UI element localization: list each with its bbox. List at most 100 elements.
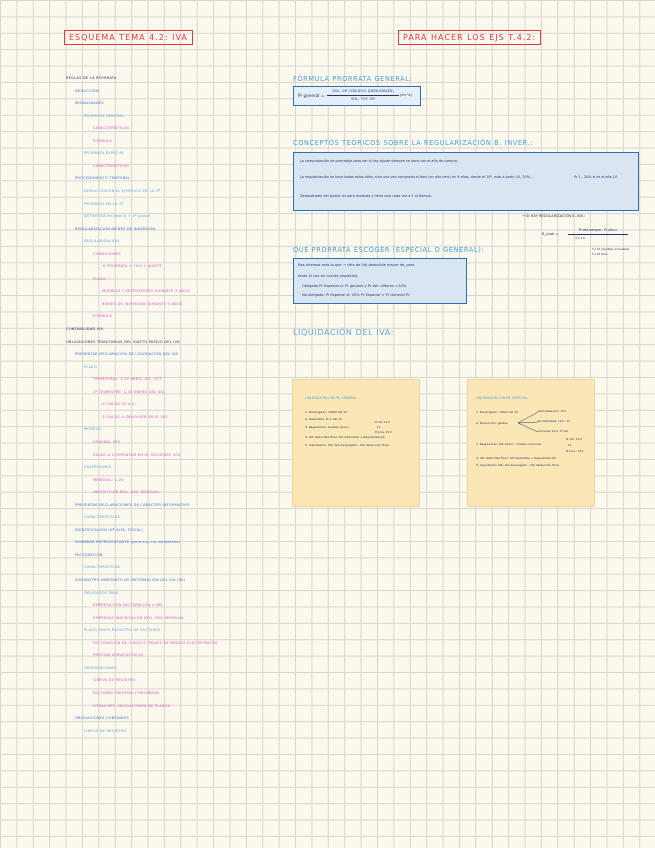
concept-bullet-1: La comprobación de prorrataje para ver s… bbox=[300, 159, 459, 163]
outline-item: PLAZO ENVÍO REGISTRO DE FACTURAS bbox=[84, 628, 161, 633]
outline-item: MUEBLES Y SEMOVIENTES DURANTE 4 AÑOS bbox=[102, 289, 190, 294]
outline-item: FÓRMULA bbox=[93, 138, 113, 143]
regularization-numerator: Pr def.compra - Pr año n bbox=[578, 228, 618, 232]
outline-item: EMPRESAS INSCRITAS EN REG. DEV. MENSUAL bbox=[93, 615, 184, 620]
outline-item: DEDUCCIÓN bbox=[75, 88, 99, 93]
note-especial-row-2: 2. Deducción: gastos bbox=[476, 421, 508, 425]
pregunta-box: Nos interesa más la que → cifra de IVA d… bbox=[293, 258, 467, 304]
note-general-side-3: Pr prov. 13.0 bbox=[375, 431, 392, 434]
outline-item: CONDICIONES bbox=[93, 251, 121, 256]
right-title: PARA HACER LOS EJS T.4.2: bbox=[398, 30, 542, 45]
outline-item: OBLIGACIONES CONTABLES bbox=[75, 716, 130, 721]
outline-item: BIENES DE INVERSIÓN DURANTE 9 AÑOS bbox=[102, 301, 183, 306]
outline-item: CARACTERÍSTICAS bbox=[84, 515, 121, 520]
note-especial-side-2: 13 bbox=[568, 444, 572, 447]
outline-item: CARACTERÍSTICAS bbox=[93, 126, 130, 131]
outline-item: CONTABILIDAD IVA bbox=[66, 327, 104, 331]
outline-item: CARACTERÍSTICAS bbox=[84, 565, 121, 570]
regularization-note-1: 5 ó 10 (muebles, inmuebles) bbox=[592, 248, 630, 251]
outline-item: OBSERVACIONES bbox=[84, 665, 117, 670]
regularization-label: → SI HAY REGULARIZACIÓN B. INV.: bbox=[522, 214, 586, 218]
outline-item: PRESENTAR DECLARACIÓN DE LIQUIDACIÓN DEL… bbox=[75, 352, 179, 357]
outline-item: PRORRATA ESPECIAL bbox=[84, 151, 125, 156]
note-especial-row-5: 5. Liquidación IVA: IVA devengado - IVA … bbox=[476, 463, 559, 467]
outline-item: EMPRESA CON FACTURACIÓN > 6M bbox=[93, 603, 163, 608]
note-especial-branch-1: Deducibles-solo: 12.0 bbox=[538, 410, 566, 413]
concepts-box: La comprobación de prorrataje para ver s… bbox=[293, 152, 639, 211]
note-prorrata-general: LIQUIDACIÓN CON PR. GENERAL: 1. Devengad… bbox=[292, 379, 420, 507]
outline-item: CARACTERÍSTICAS bbox=[93, 163, 130, 168]
regularization-bar bbox=[568, 234, 628, 235]
pregunta-bullet-2: No obligado: Pr Especial si: 20% Pr Espe… bbox=[302, 293, 411, 297]
note-especial-row-3: 3. Regularizar: IVA deduc.: Costes comun… bbox=[476, 442, 542, 446]
outline-item: OBLIGADOS PARA bbox=[84, 590, 119, 595]
outline-item: DEDUCCIÓN EN EL EJERCICIO DE LA 1ª bbox=[84, 188, 161, 193]
note-general-row-3: 3. Regularizar: Ajustes (prov) bbox=[305, 425, 349, 429]
pregunta-line-1: Nos interesa más la que → cifra de IVA d… bbox=[298, 263, 415, 267]
outline-item: LIBROS DE REGISTRO bbox=[93, 678, 136, 683]
outline-item: MODELO bbox=[84, 427, 101, 432]
concept-side-note: Pr 1 - 20% si es el año 10 bbox=[574, 175, 618, 179]
concept-bullet-3: Demostrador del ajuste: es para muebles … bbox=[300, 194, 432, 198]
formula-fraction-bar bbox=[327, 95, 399, 96]
left-title: ESQUEMA TEMA 4.2: IVA bbox=[64, 30, 193, 45]
outline-item: REGULARIZACIÓN bbox=[84, 239, 120, 244]
outline-item: PRESTAR SERVICIO EN SII bbox=[93, 653, 144, 658]
concept-bullet-2: La regularización se hace todos estos añ… bbox=[300, 175, 534, 179]
outline-item: INSCRITO EN REG. DEV. MENSUAL bbox=[93, 490, 160, 495]
formula-suffix: (en %) bbox=[400, 93, 412, 97]
outline-item: OBLIGACIONES TRIBUTARIAS DEL SUJETO PASI… bbox=[66, 339, 180, 344]
outline-item: PROCEDIMIENTO TEMPORAL bbox=[75, 176, 131, 181]
note-general-side-2: 13 bbox=[377, 426, 381, 429]
outline-item: PLAZO bbox=[93, 276, 107, 281]
note-prorrata-especial: LIQUIDACIÓN CON PR. ESPECIAL: 1. Devenga… bbox=[467, 379, 595, 507]
pregunta-line-2: tener el uso en cuenta (especial): bbox=[298, 274, 359, 278]
note-general-row-4: 4. IVA deducible final: IVA deducible + … bbox=[305, 435, 386, 439]
outline-item: PRESENTAR DECLARACIONES DE CARÁCTER INFO… bbox=[75, 502, 190, 507]
outline-item: REGULARIZACIÓN BIENES DE INVERSIÓN bbox=[75, 226, 156, 231]
outline-item: SUMINISTRO INMEDIATO DE INFORMACIÓN DEL … bbox=[75, 578, 186, 582]
regularization-lhs: R_prob = bbox=[542, 232, 559, 236]
outline-item: % PRORRATA > 10% + AJUSTE bbox=[102, 264, 162, 269]
outline-item: PRORRATA GENERAL bbox=[84, 113, 125, 118]
outline-item: PLAZO bbox=[84, 364, 98, 369]
note-especial-row-1: 1. Devengado: 1000/ del 12 bbox=[476, 410, 518, 414]
outline-item: 4º TRIMESTRE: 1-30 ENERO DEL SIG. bbox=[93, 389, 166, 394]
note-general-side-1: Pr def. 12.0 bbox=[375, 421, 390, 424]
outline-item: FACTURACIÓN DE 4 DÍAS A TRAVÉS DE MEDIOS… bbox=[93, 640, 218, 645]
pregunta-heading: QUÉ PRORRATA ESCOGER (ESPECIAL O GENERAL… bbox=[293, 246, 485, 254]
note-especial-side-1: Pr def.: 12.0 bbox=[566, 438, 582, 441]
note-general-title: LIQUIDACIÓN CON PR. GENERAL: bbox=[305, 396, 358, 400]
outline-item: MENSUAL: 1-20 bbox=[93, 477, 124, 482]
note-general-row-2: 2. Deducible: Pr 1 del 12 bbox=[305, 417, 342, 421]
note-especial-row-4: 4. IVA deducible final: IVA deducible + … bbox=[476, 456, 557, 460]
outline-item: LIBROS DE REGISTRO bbox=[84, 728, 127, 733]
outline-item: PRORRATA EN LA 1ª bbox=[84, 201, 124, 206]
outline-item: GENERAL 303 bbox=[93, 439, 121, 444]
outline-item: MODALIDADES bbox=[75, 101, 104, 106]
note-especial-side-3: Pr prov.: 13.0 bbox=[566, 450, 584, 453]
note-especial-branch-3: Comunes: 12.0 - Pr def. bbox=[538, 430, 569, 433]
branch-lines bbox=[518, 411, 538, 433]
outline-item: SI SALDO ES A 0: bbox=[102, 402, 137, 407]
formula-box: Pr general = VOL. OP. CON DCH. (DEDUCIBL… bbox=[293, 86, 421, 106]
formula-numerator: VOL. OP. CON DCH. (DEDUCIBLES) bbox=[332, 89, 394, 93]
formula-denominator: VOL. TOT. OP. bbox=[350, 97, 376, 101]
outline-item: TRIMESTRAL: 1-20 ABRIL, JUL, OCT bbox=[93, 377, 162, 382]
formula-lhs: Pr general = bbox=[298, 93, 325, 98]
outline-item: FACTURAS EMITIDAS Y RECIBIDAS bbox=[93, 690, 160, 695]
formula-heading: FÓRMULA PRORRATA GENERAL: bbox=[293, 75, 413, 83]
outline-item: IDENTIFICACIÓN (Nº ALTA, FISCAL) bbox=[75, 527, 144, 532]
concepts-heading: CONCEPTOS TEÓRICOS SOBRE LA REGULARIZACI… bbox=[293, 139, 534, 147]
pregunta-bullet-1: Obligado Pr Especial si: Pr general y Pr… bbox=[302, 284, 407, 288]
regularization-denominator: 5 ó 10 bbox=[575, 236, 585, 240]
note-especial-title: LIQUIDACIÓN CON PR. ESPECIAL: bbox=[476, 396, 529, 400]
regularization-note-2: 5 ó 10 años bbox=[592, 253, 608, 256]
liquidacion-heading: LIQUIDACIÓN DEL IVA: bbox=[293, 328, 395, 337]
outline-item: REGLAS DE LA PRORRATA bbox=[66, 76, 117, 80]
outline-item: SALDO A COMPENSAR EN EL SIGUIENTE 303 bbox=[93, 452, 181, 457]
outline-item: DEFINITIVA en base a + 1ª ajuste bbox=[84, 214, 151, 219]
outline-item: SI SALDO A DEVOLVER EN EL SIG. bbox=[102, 414, 169, 419]
outline-item: OTRAS REF. OBLIGACIONES DE PLAZOS bbox=[93, 703, 171, 708]
note-especial-branch-2: No deducibles: 12.0 - 13 bbox=[538, 420, 570, 423]
